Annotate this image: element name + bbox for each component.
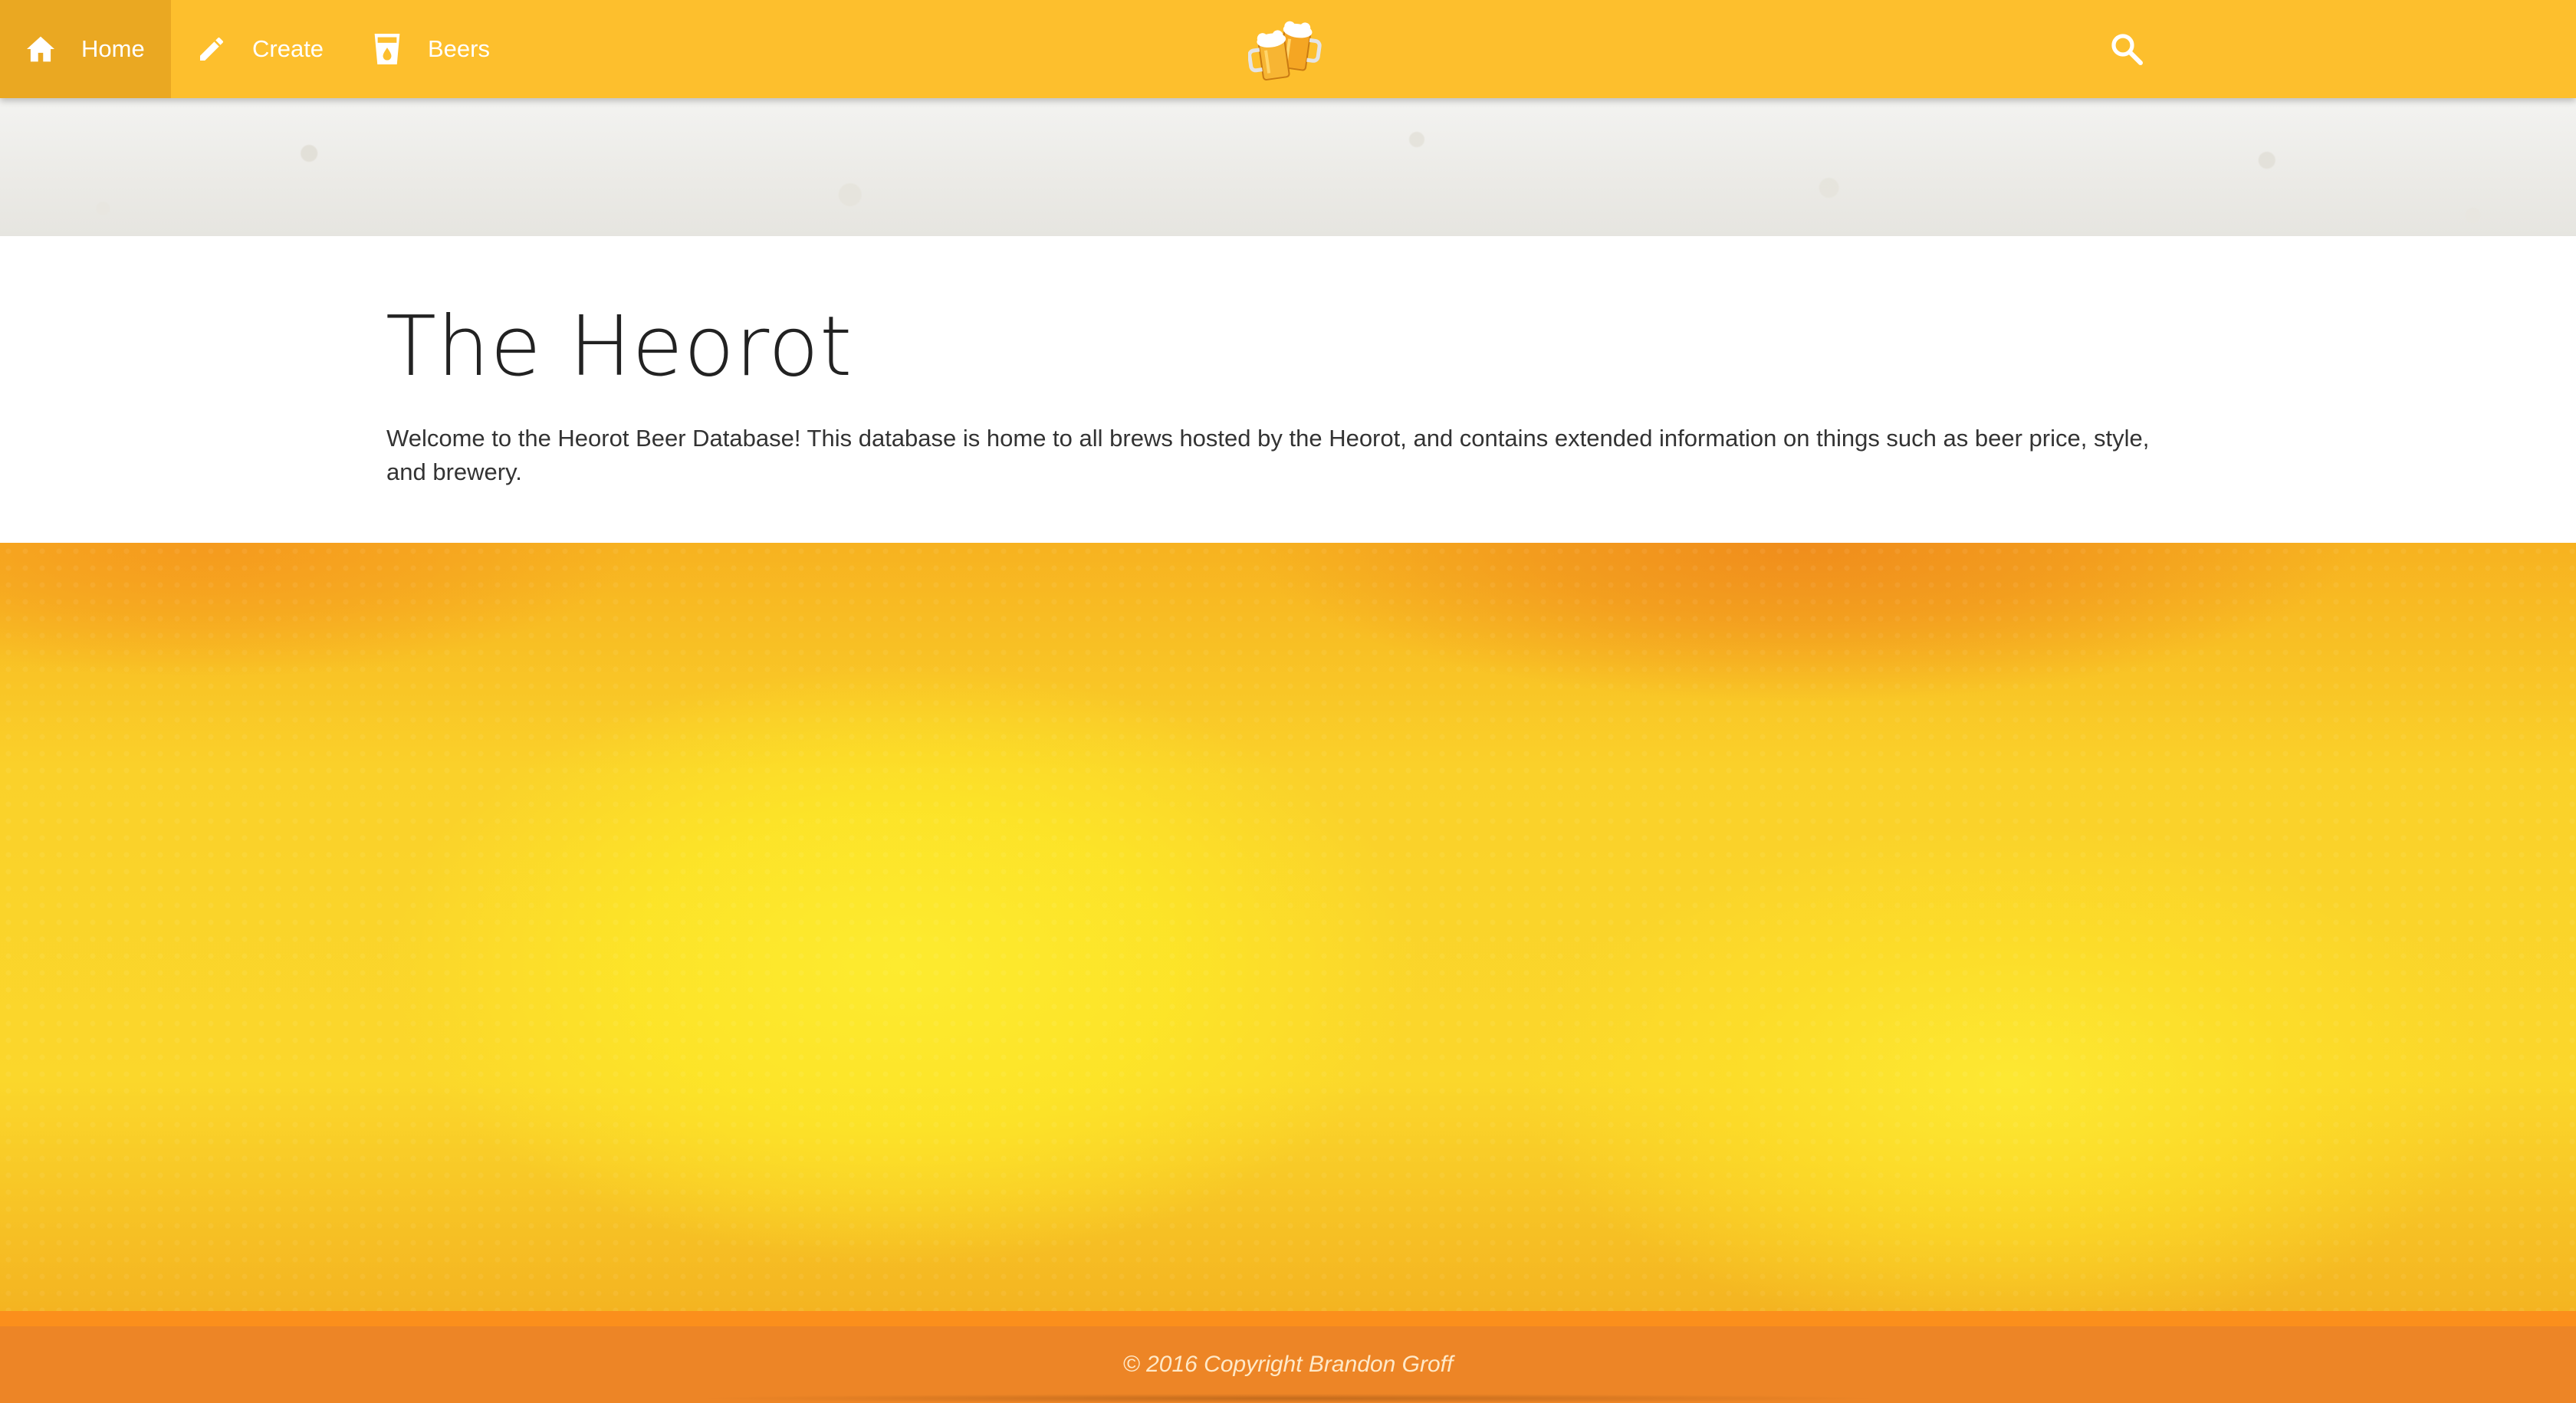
page-title: The Heorot xyxy=(386,299,853,395)
page-description: Welcome to the Heorot Beer Database! Thi… xyxy=(386,425,2150,485)
beer-glass-icon xyxy=(370,31,405,67)
search-button[interactable] xyxy=(2108,31,2145,67)
pencil-icon xyxy=(194,31,229,67)
nav-item-label: Home xyxy=(81,35,145,62)
search-icon xyxy=(2108,34,2145,71)
page-footer: © 2016 Copyright Brandon Groff xyxy=(0,1326,2576,1403)
beer-background xyxy=(0,543,2576,1311)
copyright-text: © 2016 Copyright Brandon Groff xyxy=(1122,1352,1454,1377)
top-navbar: Home Create Beers xyxy=(0,0,2576,98)
intro-section: The Heorot Welcome to the Heorot Beer Da… xyxy=(0,236,2576,543)
beer-mugs-icon[interactable] xyxy=(1247,11,1325,87)
nav-item-label: Beers xyxy=(428,35,490,62)
nav-item-label: Create xyxy=(252,35,324,62)
nav-item-home[interactable]: Home xyxy=(0,0,171,98)
foam-banner xyxy=(0,98,2576,236)
footer-stripe xyxy=(0,1311,2576,1326)
nav-item-beers[interactable]: Beers xyxy=(370,0,490,98)
nav-item-create[interactable]: Create xyxy=(194,0,324,98)
home-icon xyxy=(23,31,58,67)
